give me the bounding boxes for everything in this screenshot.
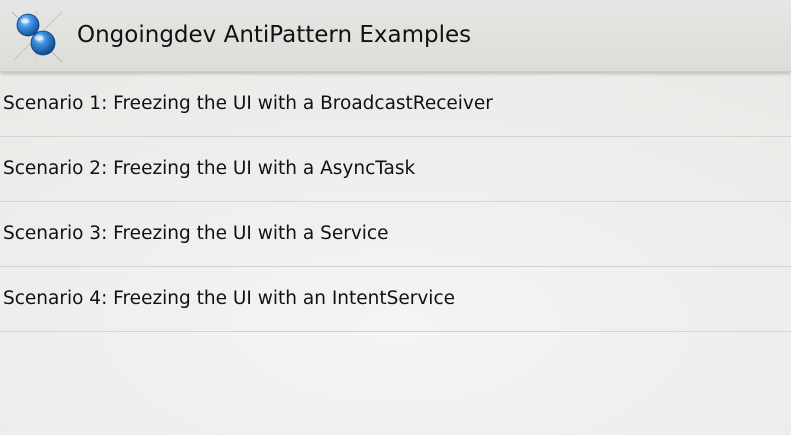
list-item-label: Scenario 1: Freezing the UI with a Broad… bbox=[3, 93, 493, 114]
list-item-scenario-2[interactable]: Scenario 2: Freezing the UI with a Async… bbox=[0, 137, 791, 202]
app-screen: Ongoingdev AntiPattern Examples Scenario… bbox=[0, 0, 791, 435]
action-bar: Ongoingdev AntiPattern Examples bbox=[0, 0, 791, 72]
list-item-scenario-1[interactable]: Scenario 1: Freezing the UI with a Broad… bbox=[0, 72, 791, 137]
app-title: Ongoingdev AntiPattern Examples bbox=[77, 22, 472, 48]
list-item-label: Scenario 3: Freezing the UI with a Servi… bbox=[3, 223, 389, 244]
list-item-scenario-4[interactable]: Scenario 4: Freezing the UI with an Inte… bbox=[0, 267, 791, 332]
app-pushpin-icon[interactable] bbox=[6, 8, 68, 64]
scenario-list: Scenario 1: Freezing the UI with a Broad… bbox=[0, 72, 791, 332]
list-item-label: Scenario 2: Freezing the UI with a Async… bbox=[3, 158, 416, 179]
list-item-label: Scenario 4: Freezing the UI with an Inte… bbox=[3, 288, 456, 309]
list-item-scenario-3[interactable]: Scenario 3: Freezing the UI with a Servi… bbox=[0, 202, 791, 267]
